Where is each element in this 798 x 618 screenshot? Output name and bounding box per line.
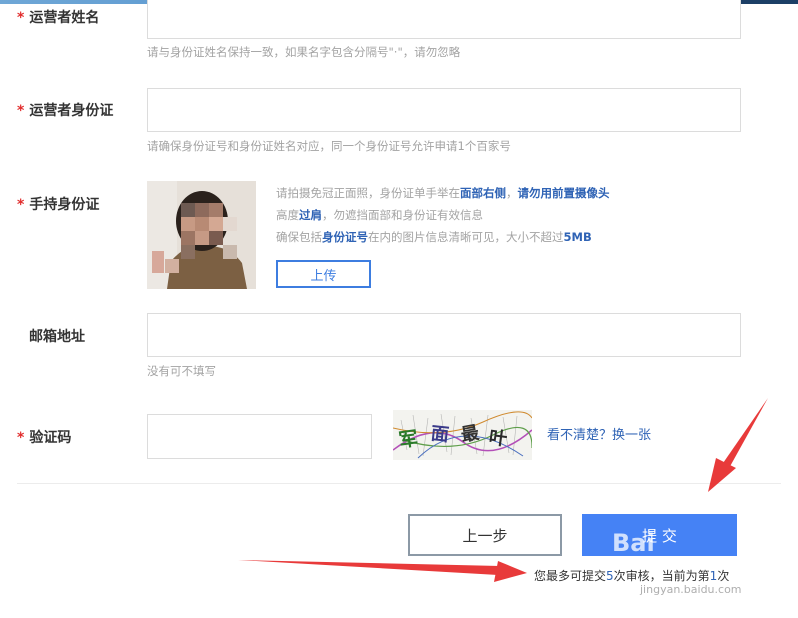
handheld-id-hint-line1: 请拍摄免冠正面照，身份证单手举在面部右侧，请勿用前置摄像头 [276, 185, 610, 201]
captcha-refresh-link[interactable]: 看不清楚？换一张 [547, 424, 651, 443]
operator-id-input[interactable] [147, 88, 741, 132]
email-input[interactable] [147, 313, 741, 357]
previous-step-button[interactable]: 上一步 [408, 514, 562, 556]
notice-text: 次 [717, 569, 730, 583]
captcha-char-2: 面 [430, 423, 450, 446]
watermark-domain: jingyan.baidu.com [640, 583, 742, 596]
hint-text: ，勿遮挡面部和身份证有效信息 [322, 208, 483, 222]
email-hint: 没有可不填写 [147, 364, 216, 378]
operator-id-hint: 请确保身份证号和身份证姓名对应，同一个身份证号允许申请1个百家号 [147, 139, 511, 153]
submission-limit-notice: 您最多可提交5次审核，当前为第1次 [534, 567, 729, 584]
hint-highlight-over-shoulder: 过肩 [299, 208, 322, 222]
captcha-char-1: 军 [398, 428, 420, 452]
operator-name-label-text: 运营者姓名 [29, 10, 100, 26]
section-divider [17, 483, 781, 484]
hint-highlight-no-front-camera: 请勿用前置摄像头 [517, 186, 610, 200]
hint-text: 确保包括 [276, 230, 322, 244]
captcha-char-4: 叶 [488, 427, 509, 450]
operator-id-label-text: 运营者身份证 [29, 103, 114, 119]
hint-text: ， [506, 186, 518, 200]
hint-text: 请拍摄免冠正面照，身份证单手举在 [276, 186, 460, 200]
hint-text: 高度 [276, 208, 299, 222]
person-photo-image [147, 181, 256, 289]
watermark-brand: Bai [612, 529, 655, 557]
operator-name-label: * 运营者姓名 [17, 7, 99, 27]
hint-highlight-size-limit: 5MB [563, 230, 592, 244]
submit-button[interactable]: 提 交 [582, 514, 737, 556]
captcha-image[interactable]: 军 面 最 叶 [392, 410, 533, 460]
captcha-label-text: 验证码 [29, 430, 72, 446]
email-label: 邮箱地址 [29, 329, 85, 345]
handheld-id-label-text: 手持身份证 [29, 197, 100, 213]
captcha-noise-graphic: 军 面 最 叶 [392, 410, 533, 460]
handheld-id-sample-photo [147, 181, 256, 289]
hint-highlight-right-side: 面部右侧 [460, 186, 506, 200]
annotation-arrow-right-head [708, 458, 736, 492]
captcha-input[interactable] [147, 414, 372, 459]
notice-text: 次审核，当前为第 [613, 569, 710, 583]
handheld-id-hint-line2: 高度过肩，勿遮挡面部和身份证有效信息 [276, 207, 483, 223]
required-mark: * [17, 430, 25, 446]
handheld-id-hint-line3: 确保包括身份证号在内的图片信息清晰可见，大小不超过5MB [276, 229, 592, 245]
annotation-arrow-left-shaft [238, 560, 500, 575]
upload-button[interactable]: 上传 [276, 260, 371, 288]
notice-max-count: 5 [606, 569, 614, 583]
handheld-id-label: * 手持身份证 [17, 194, 99, 214]
operator-name-hint: 请与身份证姓名保持一致，如果名字包含分隔号"·"，请勿忽略 [147, 45, 461, 59]
captcha-label: * 验证码 [17, 427, 71, 447]
hint-highlight-id-number: 身份证号 [322, 230, 368, 244]
annotation-arrow-right-shaft [721, 398, 768, 470]
annotation-arrow-left-head [494, 561, 527, 582]
operator-id-label: * 运营者身份证 [17, 100, 113, 120]
required-mark: * [17, 103, 25, 119]
required-mark: * [17, 197, 25, 213]
operator-name-input[interactable] [147, 0, 741, 39]
hint-text: 在内的图片信息清晰可见，大小不超过 [368, 230, 564, 244]
notice-text: 您最多可提交 [534, 569, 607, 583]
required-mark: * [17, 10, 25, 26]
